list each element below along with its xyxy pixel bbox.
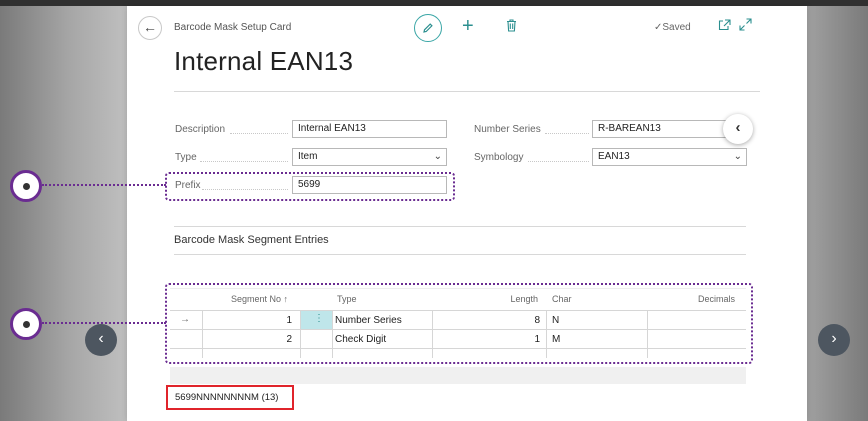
symbology-select[interactable]: EAN13 ⌄: [592, 148, 747, 166]
trash-icon: [507, 19, 516, 32]
saved-status: ✓Saved: [654, 22, 691, 33]
back-arrow-icon: ←: [143, 19, 157, 35]
collapse-factbox-button[interactable]: ‹: [723, 114, 753, 144]
chevron-right-icon: ›: [831, 330, 837, 347]
leader-dots: [528, 161, 589, 162]
back-button[interactable]: ←: [138, 16, 162, 40]
title-divider: [174, 91, 760, 92]
callout-dot: [22, 320, 30, 328]
section-divider: [174, 254, 746, 255]
symbology-label: Symbology: [474, 152, 524, 163]
description-label: Description: [175, 124, 226, 135]
delete-button[interactable]: [506, 19, 517, 37]
segments-highlight-box: [165, 283, 753, 364]
callout-marker: [10, 308, 42, 340]
pencil-icon: [423, 23, 433, 33]
new-button[interactable]: +: [462, 16, 474, 36]
callout-line: [42, 184, 166, 186]
description-field[interactable]: Internal EAN13: [292, 120, 447, 138]
type-label: Type: [175, 152, 197, 163]
open-new-window-button[interactable]: [718, 19, 731, 34]
table-scrollbar-area[interactable]: [170, 367, 746, 384]
open-in-new-window-icon: [718, 19, 731, 31]
section-title: Barcode Mask Segment Entries: [174, 234, 329, 246]
chevron-down-icon: ⌄: [433, 151, 442, 162]
number-series-label: Number Series: [474, 124, 541, 135]
next-button[interactable]: ›: [818, 324, 850, 356]
prefix-highlight-box: [165, 172, 455, 201]
breadcrumb: Barcode Mask Setup Card: [174, 22, 292, 33]
chevron-left-icon: ‹: [735, 119, 741, 136]
type-select[interactable]: Item ⌄: [292, 148, 447, 166]
edit-button[interactable]: [414, 14, 442, 42]
expand-button[interactable]: [739, 18, 752, 34]
mask-result-box: 5699NNNNNNNNM (13): [166, 385, 294, 410]
callout-dot: [22, 182, 30, 190]
plus-icon: +: [462, 15, 474, 37]
section-divider: [174, 226, 746, 227]
page-title: Internal EAN13: [174, 46, 354, 76]
chevron-left-icon: ‹: [98, 330, 104, 347]
expand-icon: [739, 18, 752, 31]
leader-dots: [545, 133, 589, 134]
leader-dots: [200, 161, 288, 162]
callout-marker: [10, 170, 42, 202]
previous-button[interactable]: ‹: [85, 324, 117, 356]
leader-dots: [230, 133, 288, 134]
chevron-down-icon: ⌄: [733, 151, 742, 162]
